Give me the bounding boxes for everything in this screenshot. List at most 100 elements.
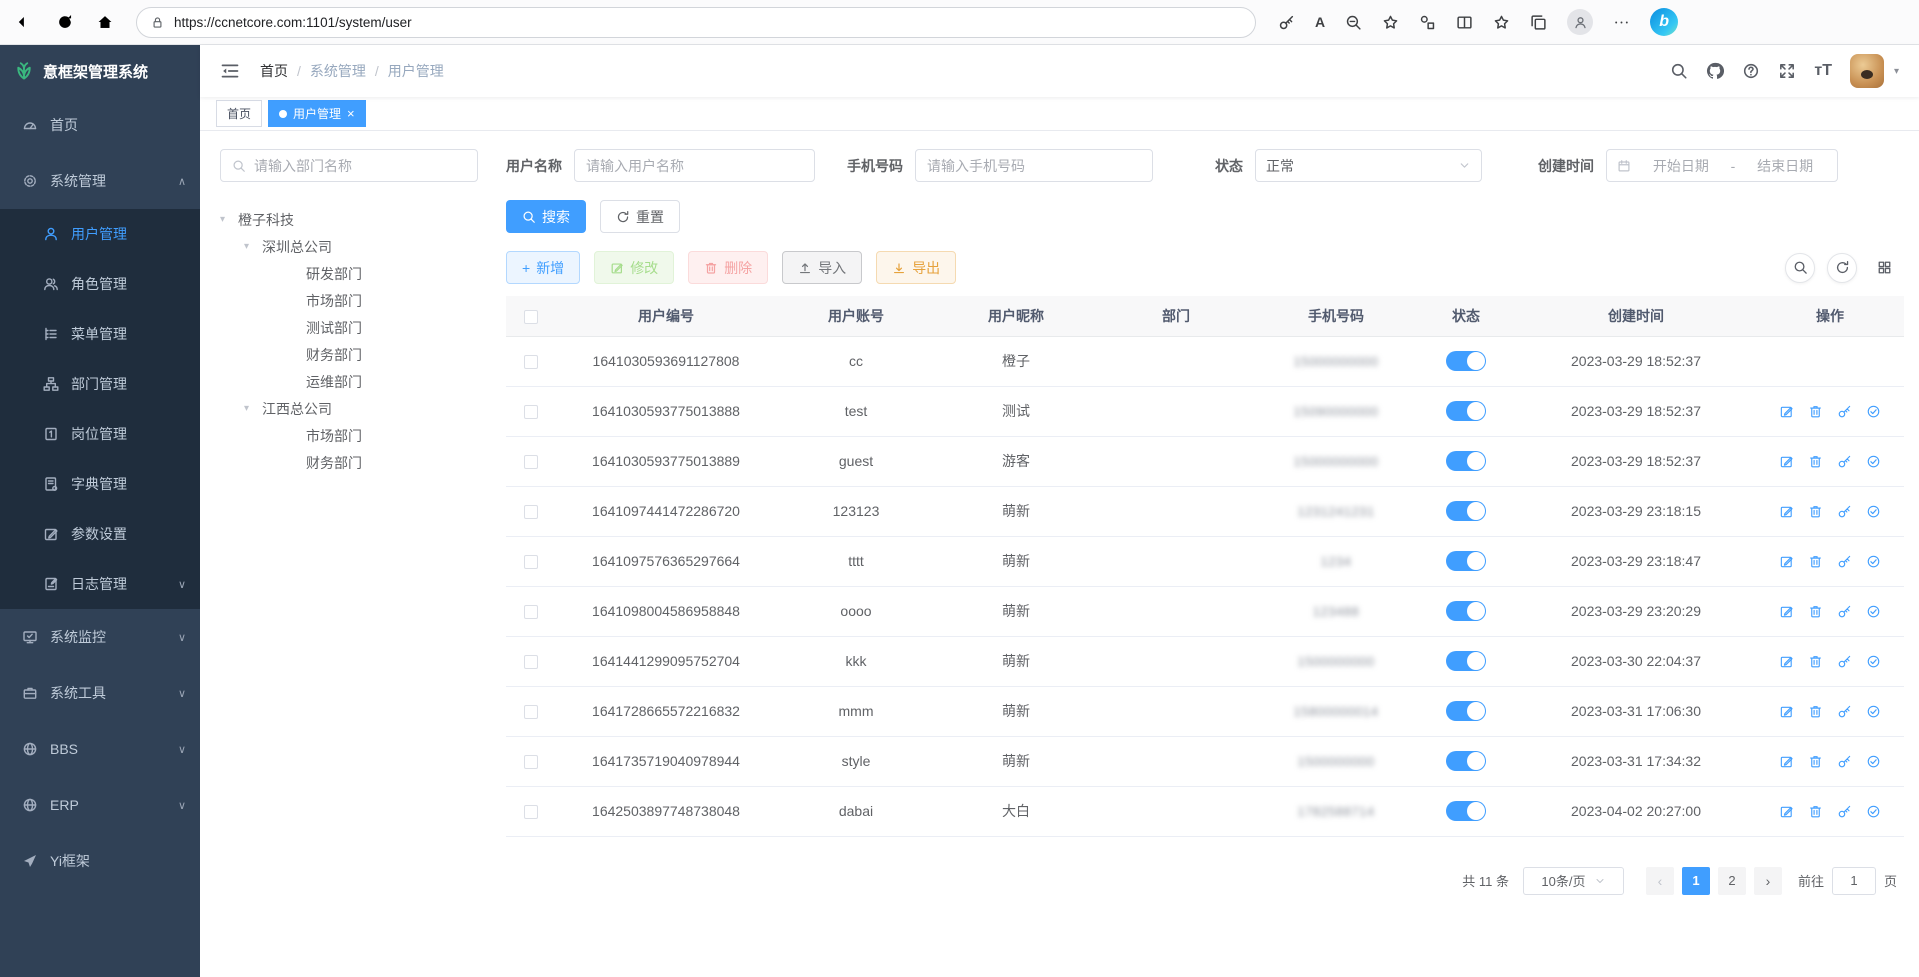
delete-row-button[interactable] — [1808, 604, 1823, 619]
edit-row-button[interactable] — [1779, 654, 1794, 669]
row-checkbox[interactable] — [524, 505, 538, 519]
browser-refresh-icon[interactable] — [56, 13, 74, 31]
reset-password-button[interactable] — [1837, 804, 1852, 819]
assign-role-button[interactable] — [1866, 454, 1881, 469]
import-button[interactable]: 导入 — [782, 251, 862, 284]
delete-row-button[interactable] — [1808, 504, 1823, 519]
help-icon[interactable] — [1742, 62, 1760, 80]
reset-button[interactable]: 重置 — [600, 200, 680, 233]
assign-role-button[interactable] — [1866, 704, 1881, 719]
sidebar-item-bbs[interactable]: BBS ∨ — [0, 721, 200, 777]
row-checkbox[interactable] — [524, 705, 538, 719]
assign-role-button[interactable] — [1866, 554, 1881, 569]
tree-expand-icon[interactable]: ▾ — [244, 241, 262, 252]
status-toggle[interactable] — [1446, 501, 1486, 521]
user-avatar[interactable] — [1850, 54, 1884, 88]
edit-row-button[interactable] — [1779, 804, 1794, 819]
font-size-icon[interactable]: тT — [1814, 62, 1832, 80]
fullscreen-icon[interactable] — [1778, 62, 1796, 80]
assign-role-button[interactable] — [1866, 604, 1881, 619]
tree-node-dept[interactable]: 市场部门 — [220, 422, 478, 449]
delete-row-button[interactable] — [1808, 754, 1823, 769]
edit-row-button[interactable] — [1779, 704, 1794, 719]
edit-user-button[interactable]: 修改 — [594, 251, 674, 284]
tree-node-dept[interactable]: 财务部门 — [220, 341, 478, 368]
sidebar-item-log-mgmt[interactable]: 日志管理 ∨ — [0, 559, 200, 609]
dept-search-input[interactable] — [254, 158, 466, 174]
reset-password-button[interactable] — [1837, 454, 1852, 469]
status-toggle[interactable] — [1446, 351, 1486, 371]
tab-home[interactable]: 首页 — [216, 100, 262, 127]
goto-page-input[interactable] — [1832, 867, 1876, 895]
tree-node-dept[interactable]: 市场部门 — [220, 287, 478, 314]
tree-node-company[interactable]: ▾橙子科技 — [220, 206, 478, 233]
tab-close-icon[interactable]: × — [347, 107, 355, 120]
sidebar-item-menu-mgmt[interactable]: 菜单管理 — [0, 309, 200, 359]
date-range-picker[interactable]: 开始日期 - 结束日期 — [1606, 149, 1838, 182]
edit-row-button[interactable] — [1779, 604, 1794, 619]
reset-password-button[interactable] — [1837, 654, 1852, 669]
delete-row-button[interactable] — [1808, 804, 1823, 819]
browser-profile-icon[interactable] — [1567, 9, 1593, 35]
tree-node-dept[interactable]: 研发部门 — [220, 260, 478, 287]
assign-role-button[interactable] — [1866, 654, 1881, 669]
phone-input[interactable] — [927, 158, 1141, 174]
sidebar-item-user-mgmt[interactable]: 用户管理 — [0, 209, 200, 259]
search-button[interactable]: 搜索 — [506, 200, 586, 233]
sidebar-item-home[interactable]: 首页 — [0, 97, 200, 153]
export-button[interactable]: 导出 — [876, 251, 956, 284]
status-toggle[interactable] — [1446, 651, 1486, 671]
reset-password-button[interactable] — [1837, 704, 1852, 719]
tree-node-branch[interactable]: ▾江西总公司 — [220, 395, 478, 422]
sidebar-item-dept-mgmt[interactable]: 部门管理 — [0, 359, 200, 409]
sidebar-item-param-settings[interactable]: 参数设置 — [0, 509, 200, 559]
row-checkbox[interactable] — [524, 555, 538, 569]
sidebar-item-system-mgmt[interactable]: 系统管理 ∧ — [0, 153, 200, 209]
delete-row-button[interactable] — [1808, 704, 1823, 719]
search-icon[interactable] — [1670, 62, 1688, 80]
username-input[interactable] — [586, 158, 803, 174]
bing-icon[interactable]: b — [1650, 8, 1678, 36]
table-refresh-button[interactable] — [1827, 253, 1857, 283]
delete-row-button[interactable] — [1808, 554, 1823, 569]
tree-node-dept[interactable]: 运维部门 — [220, 368, 478, 395]
sidebar-item-yi-framework[interactable]: Yi框架 — [0, 833, 200, 889]
row-checkbox[interactable] — [524, 805, 538, 819]
status-toggle[interactable] — [1446, 801, 1486, 821]
extensions-icon[interactable] — [1419, 14, 1436, 31]
edit-row-button[interactable] — [1779, 404, 1794, 419]
row-checkbox[interactable] — [524, 455, 538, 469]
avatar-caret-icon[interactable]: ▾ — [1894, 66, 1899, 77]
status-select[interactable]: 正常 — [1255, 149, 1482, 182]
github-icon[interactable] — [1706, 62, 1724, 80]
add-user-button[interactable]: + 新增 — [506, 251, 580, 284]
breadcrumb-home[interactable]: 首页 — [260, 61, 288, 81]
sidebar-item-role-mgmt[interactable]: 角色管理 — [0, 259, 200, 309]
page-button-1[interactable]: 1 — [1682, 867, 1710, 895]
prev-page-button[interactable]: ‹ — [1646, 867, 1674, 895]
browser-back-icon[interactable] — [16, 13, 34, 31]
row-checkbox[interactable] — [524, 605, 538, 619]
tree-expand-icon[interactable]: ▾ — [244, 403, 262, 414]
favorites-icon[interactable] — [1493, 14, 1510, 31]
status-toggle[interactable] — [1446, 601, 1486, 621]
reset-password-button[interactable] — [1837, 504, 1852, 519]
favorites-add-icon[interactable] — [1382, 14, 1399, 31]
assign-role-button[interactable] — [1866, 804, 1881, 819]
row-checkbox[interactable] — [524, 355, 538, 369]
edit-row-button[interactable] — [1779, 504, 1794, 519]
breadcrumb-system-mgmt[interactable]: 系统管理 — [310, 61, 366, 81]
row-checkbox[interactable] — [524, 405, 538, 419]
tree-node-dept[interactable]: 测试部门 — [220, 314, 478, 341]
sidebar-collapse-icon[interactable] — [220, 61, 240, 81]
sidebar-item-erp[interactable]: ERP ∨ — [0, 777, 200, 833]
split-screen-icon[interactable] — [1456, 14, 1473, 31]
page-button-2[interactable]: 2 — [1718, 867, 1746, 895]
reset-password-button[interactable] — [1837, 754, 1852, 769]
collections-icon[interactable] — [1530, 14, 1547, 31]
status-toggle[interactable] — [1446, 701, 1486, 721]
delete-row-button[interactable] — [1808, 404, 1823, 419]
delete-user-button[interactable]: 删除 — [688, 251, 768, 284]
delete-row-button[interactable] — [1808, 454, 1823, 469]
sidebar-item-system-tools[interactable]: 系统工具 ∨ — [0, 665, 200, 721]
